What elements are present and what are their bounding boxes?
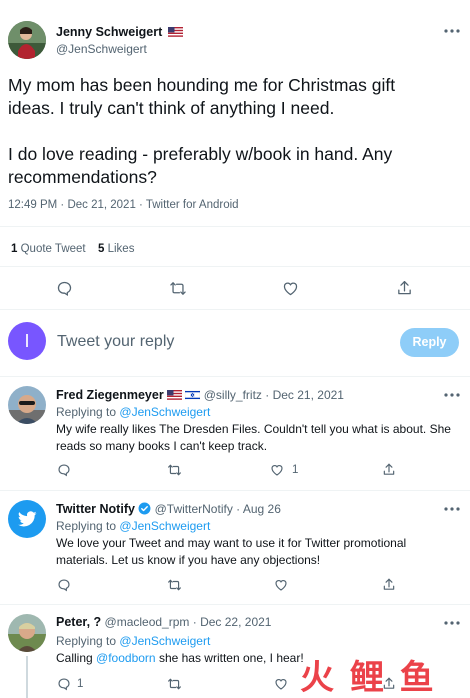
main-tweet-line: My mom has been hounding me for Christma… xyxy=(8,75,396,95)
avatar-jenny[interactable] xyxy=(8,21,46,59)
reply-date[interactable]: · Dec 22, 2021 xyxy=(193,615,272,629)
watermark: 火 鲤 鱼 xyxy=(300,650,436,698)
replying-to: Replying to @JenSchweigert xyxy=(56,519,210,533)
quote-label: Quote Tweet xyxy=(20,243,86,255)
replying-to-handle[interactable]: @JenSchweigert xyxy=(119,405,210,419)
more-options-icon[interactable] xyxy=(444,28,460,34)
replying-to-label: Replying to xyxy=(56,634,117,648)
avatar-fred-image xyxy=(8,386,46,424)
watermark-text: 火 鲤 鱼 xyxy=(300,658,436,698)
reply-date[interactable]: · Dec 21, 2021 xyxy=(265,388,344,402)
share-icon[interactable] xyxy=(382,577,396,592)
replying-to: Replying to @JenSchweigert xyxy=(56,634,210,648)
main-tweet-line: ideas. I truly can't think of anything I… xyxy=(8,98,335,118)
twitter-bird-icon xyxy=(18,511,37,527)
replying-to-label: Replying to xyxy=(56,405,117,419)
like-icon[interactable] xyxy=(282,280,299,297)
retweet-icon[interactable] xyxy=(169,280,187,297)
avatar-fred[interactable] xyxy=(8,386,46,424)
composer-avatar-letter: I xyxy=(24,331,30,351)
share-icon[interactable] xyxy=(382,462,396,477)
like-icon[interactable] xyxy=(274,578,288,592)
more-options-icon[interactable] xyxy=(444,392,460,398)
main-tweet-line: recommendations? xyxy=(8,167,157,187)
share-icon[interactable] xyxy=(396,279,413,297)
divider xyxy=(0,309,470,310)
israel-flag-icon xyxy=(185,389,201,403)
reply-header: Peter, ? @macleod_rpm · Dec 22, 2021 xyxy=(56,615,271,629)
reply-author-handle[interactable]: @macleod_rpm xyxy=(105,615,190,629)
composer-avatar[interactable]: I xyxy=(8,322,46,360)
reply-header: Fred Ziegenmeyer @silly_fritz · Dec 21, … xyxy=(56,388,344,403)
reply-icon[interactable] xyxy=(57,463,71,477)
main-author-name[interactable]: Jenny Schweigert xyxy=(56,25,162,39)
reply-text: My wife really likes The Dresden Files. … xyxy=(56,421,461,455)
reply-text-prefix: Calling xyxy=(56,651,93,665)
reply-text-line: reads so many books I can't keep track. xyxy=(56,439,268,453)
likes-count: 5 xyxy=(98,243,105,255)
likes-label: Likes xyxy=(107,243,135,255)
main-tweet-text: My mom has been hounding me for Christma… xyxy=(8,74,463,189)
replying-to-handle[interactable]: @JenSchweigert xyxy=(119,519,210,533)
main-author-handle[interactable]: @JenSchweigert xyxy=(56,42,147,56)
reply-icon[interactable] xyxy=(57,677,71,691)
divider xyxy=(0,604,470,605)
avatar-peter[interactable] xyxy=(8,614,46,652)
divider xyxy=(0,376,470,377)
retweet-icon[interactable] xyxy=(167,578,182,592)
main-tweet-line: I do love reading - preferably w/book in… xyxy=(8,144,393,164)
reply-author-name[interactable]: Peter, ? xyxy=(56,615,101,629)
reply-author-name[interactable]: Fred Ziegenmeyer xyxy=(56,388,164,402)
like-icon[interactable] xyxy=(274,677,288,691)
avatar-jenny-image xyxy=(8,21,46,59)
tweet-timestamp[interactable]: 12:49 PM · Dec 21, 2021 · Twitter for An… xyxy=(8,199,239,211)
replying-to: Replying to @JenSchweigert xyxy=(56,405,210,419)
like-count: 1 xyxy=(292,464,299,476)
us-flag-icon xyxy=(167,389,183,403)
tweet-reply-input[interactable]: Tweet your reply xyxy=(57,333,174,351)
reply-icon[interactable] xyxy=(56,280,73,297)
reply-author-name[interactable]: Twitter Notify xyxy=(56,502,135,516)
more-options-icon[interactable] xyxy=(444,620,460,626)
reply-button[interactable]: Reply xyxy=(400,328,459,357)
avatar-peter-image xyxy=(8,614,46,652)
reply-header: Twitter Notify @TwitterNotify · Aug 26 xyxy=(56,502,281,518)
retweet-icon[interactable] xyxy=(167,463,182,477)
reply-author-handle[interactable]: @silly_fritz xyxy=(204,388,262,402)
quote-count: 1 xyxy=(11,243,18,255)
reply-text: We love your Tweet and may want to use i… xyxy=(56,535,461,569)
reply-text-suffix: she has written one, I hear! xyxy=(158,651,304,665)
like-icon[interactable] xyxy=(270,463,284,477)
reply-count: 1 xyxy=(77,678,84,690)
thread-line xyxy=(26,656,28,698)
replying-to-handle[interactable]: @JenSchweigert xyxy=(119,634,210,648)
divider xyxy=(0,490,470,491)
likes-stat[interactable]: 5 Likes xyxy=(98,243,134,255)
divider xyxy=(0,226,470,227)
reply-icon[interactable] xyxy=(57,578,71,592)
quote-tweets-stat[interactable]: 1 Quote Tweet xyxy=(11,243,86,255)
verified-badge-icon xyxy=(138,502,151,518)
reply-text-line: My wife really likes The Dresden Files. … xyxy=(56,422,451,436)
reply-author-handle[interactable]: @TwitterNotify xyxy=(155,502,233,516)
reply-date[interactable]: · Aug 26 xyxy=(236,502,281,516)
retweet-icon[interactable] xyxy=(167,677,182,691)
reply-text-line: We love your Tweet and may want to use i… xyxy=(56,536,407,550)
avatar-twitter-notify[interactable] xyxy=(8,500,46,538)
more-options-icon[interactable] xyxy=(444,506,460,512)
replying-to-label: Replying to xyxy=(56,519,117,533)
mention-link[interactable]: @foodborn xyxy=(96,651,156,665)
divider xyxy=(0,266,470,267)
reply-text-line: materials. Let us know if you have any o… xyxy=(56,553,321,567)
us-flag-icon xyxy=(167,26,183,40)
